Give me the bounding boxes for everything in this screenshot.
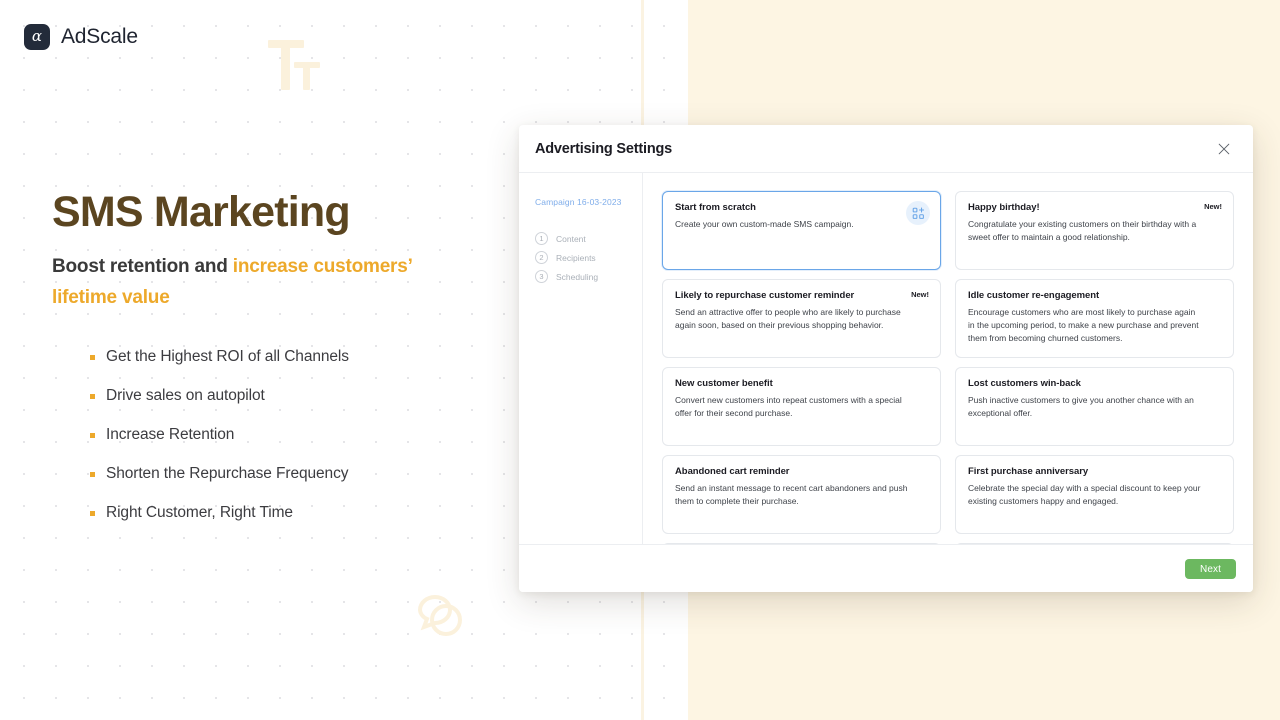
close-icon[interactable] [1214, 139, 1234, 159]
template-card-likely-to-repurchase[interactable]: Likely to repurchase customer reminder S… [662, 279, 941, 358]
card-description: Push inactive customers to give you anot… [968, 395, 1194, 418]
card-title: Idle customer re-engagement [968, 290, 1100, 301]
bullet-square-icon [90, 394, 95, 399]
list-item-label: Drive sales on autopilot [106, 387, 265, 404]
modal-sidebar: Campaign 16-03-2023 1 Content 2 Recipien… [519, 173, 643, 544]
card-description: Congratulate your existing customers on … [968, 219, 1197, 242]
modal-footer: Next [519, 544, 1253, 592]
template-card-abandoned-cart-reminder[interactable]: Abandoned cart reminder Send an instant … [662, 455, 941, 534]
list-item: Get the Highest ROI of all Channels [90, 348, 349, 387]
template-card-partially-visible-right[interactable] [955, 543, 1234, 544]
card-title: Happy birthday! [968, 202, 1040, 213]
template-card-first-purchase-anniversary[interactable]: First purchase anniversary Celebrate the… [955, 455, 1234, 534]
list-item: Right Customer, Right Time [90, 504, 349, 543]
card-title: First purchase anniversary [968, 466, 1089, 477]
template-card-lost-customers-win-back[interactable]: Lost customers win-back Push inactive cu… [955, 367, 1234, 446]
template-card-idle-customer-re-engagement[interactable]: Idle customer re-engagement Encourage cu… [955, 279, 1234, 358]
page-title: SMS Marketing [52, 188, 351, 236]
step-label: Recipients [556, 252, 596, 263]
brand-name: AdScale [61, 25, 138, 48]
template-card-happy-birthday[interactable]: Happy birthday! Congratulate your existi… [955, 191, 1234, 270]
campaign-name-label: Campaign 16-03-2023 [535, 197, 622, 207]
sidebar-step-scheduling[interactable]: 3 Scheduling [535, 267, 642, 286]
benefits-list: Get the Highest ROI of all Channels Driv… [90, 348, 349, 543]
template-card-new-customer-benefit[interactable]: New customer benefit Convert new custome… [662, 367, 941, 446]
template-card-start-from-scratch[interactable]: Start from scratch Create your own custo… [662, 191, 941, 270]
card-description: Convert new customers into repeat custom… [675, 395, 902, 418]
card-title: Abandoned cart reminder [675, 466, 790, 477]
alpha-logo-icon: α [24, 24, 50, 50]
modal-header: Advertising Settings [519, 125, 1253, 173]
list-item-label: Right Customer, Right Time [106, 504, 293, 521]
list-item-label: Increase Retention [106, 426, 235, 443]
status-badge: New! [1204, 202, 1222, 211]
list-item: Drive sales on autopilot [90, 387, 349, 426]
step-number-badge: 2 [535, 251, 548, 264]
next-button[interactable]: Next [1185, 558, 1236, 579]
campaign-template-list[interactable]: Start from scratch Create your own custo… [643, 173, 1253, 544]
list-item-label: Get the Highest ROI of all Channels [106, 348, 349, 365]
list-item-label: Shorten the Repurchase Frequency [106, 465, 349, 482]
subtitle-plain: Boost retention and [52, 256, 233, 277]
step-label: Content [556, 233, 586, 244]
bullet-square-icon [90, 511, 95, 516]
sidebar-step-content[interactable]: 1 Content [535, 229, 642, 248]
list-item: Increase Retention [90, 426, 349, 465]
card-title: Likely to repurchase customer reminder [675, 290, 855, 301]
add-grid-icon [906, 201, 930, 225]
step-number-badge: 3 [535, 270, 548, 283]
list-item: Shorten the Repurchase Frequency [90, 465, 349, 504]
card-title: New customer benefit [675, 378, 773, 389]
card-description: Send an instant message to recent cart a… [675, 483, 908, 506]
template-cards-grid: Start from scratch Create your own custo… [662, 191, 1234, 544]
card-description: Celebrate the special day with a special… [968, 483, 1201, 506]
template-card-partially-visible-left[interactable] [662, 543, 941, 544]
page-subtitle: Boost retention and increase customers’ … [52, 251, 452, 313]
bullet-square-icon [90, 355, 95, 360]
step-number-badge: 1 [535, 232, 548, 245]
card-description: Create your own custom-made SMS campaign… [675, 219, 854, 229]
sidebar-step-recipients[interactable]: 2 Recipients [535, 248, 642, 267]
status-badge: New! [911, 290, 929, 299]
card-description: Encourage customers who are most likely … [968, 307, 1199, 343]
slide-canvas: α AdScale SMS Marketing Boost retention … [0, 0, 1280, 720]
bullet-square-icon [90, 433, 95, 438]
step-label: Scheduling [556, 271, 599, 282]
bullet-square-icon [90, 472, 95, 477]
card-title: Start from scratch [675, 202, 756, 213]
card-title: Lost customers win-back [968, 378, 1081, 389]
modal-body: Campaign 16-03-2023 1 Content 2 Recipien… [519, 173, 1253, 544]
modal-title: Advertising Settings [535, 140, 672, 157]
brand-logo[interactable]: α AdScale [24, 24, 138, 50]
card-description: Send an attractive offer to people who a… [675, 307, 901, 330]
advertising-settings-modal: Advertising Settings Campaign 16-03-2023… [519, 125, 1253, 592]
